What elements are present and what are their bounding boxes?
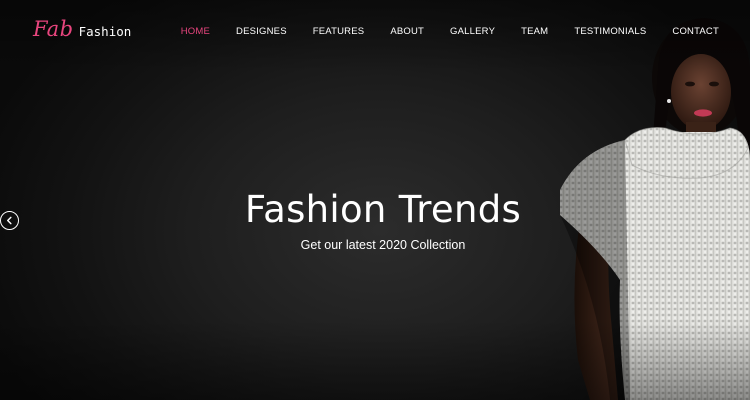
nav-item-contact[interactable]: CONTACT — [672, 26, 719, 37]
nav-item-team[interactable]: TEAM — [521, 26, 548, 37]
nav-item-testimonials[interactable]: TESTIMONIALS — [574, 26, 646, 37]
chevron-left-icon — [6, 216, 12, 225]
nav-item-gallery[interactable]: GALLERY — [450, 26, 495, 37]
nav-item-about[interactable]: ABOUT — [390, 26, 424, 37]
hero-title: Fashion Trends — [244, 188, 522, 231]
slider-prev-button[interactable] — [0, 211, 19, 230]
hero-caption: Fashion Trends Get our latest 2020 Colle… — [233, 185, 533, 252]
main-nav: HOME DESIGNES FEATURES ABOUT GALLERY TEA… — [155, 26, 719, 37]
logo-word-text: Fashion — [78, 24, 132, 39]
nav-item-designes[interactable]: DESIGNES — [236, 26, 287, 37]
brand-logo[interactable]: Fab Fashion — [33, 17, 131, 41]
hero-slider: Fab Fashion HOME DESIGNES FEATURES ABOUT… — [0, 0, 750, 400]
logo-script-text: Fab — [33, 17, 74, 41]
nav-item-features[interactable]: FEATURES — [313, 26, 365, 37]
nav-item-home[interactable]: HOME — [181, 26, 210, 37]
hero-subtitle: Get our latest 2020 Collection — [300, 238, 466, 252]
top-navbar: Fab Fashion HOME DESIGNES FEATURES ABOUT… — [0, 0, 750, 64]
